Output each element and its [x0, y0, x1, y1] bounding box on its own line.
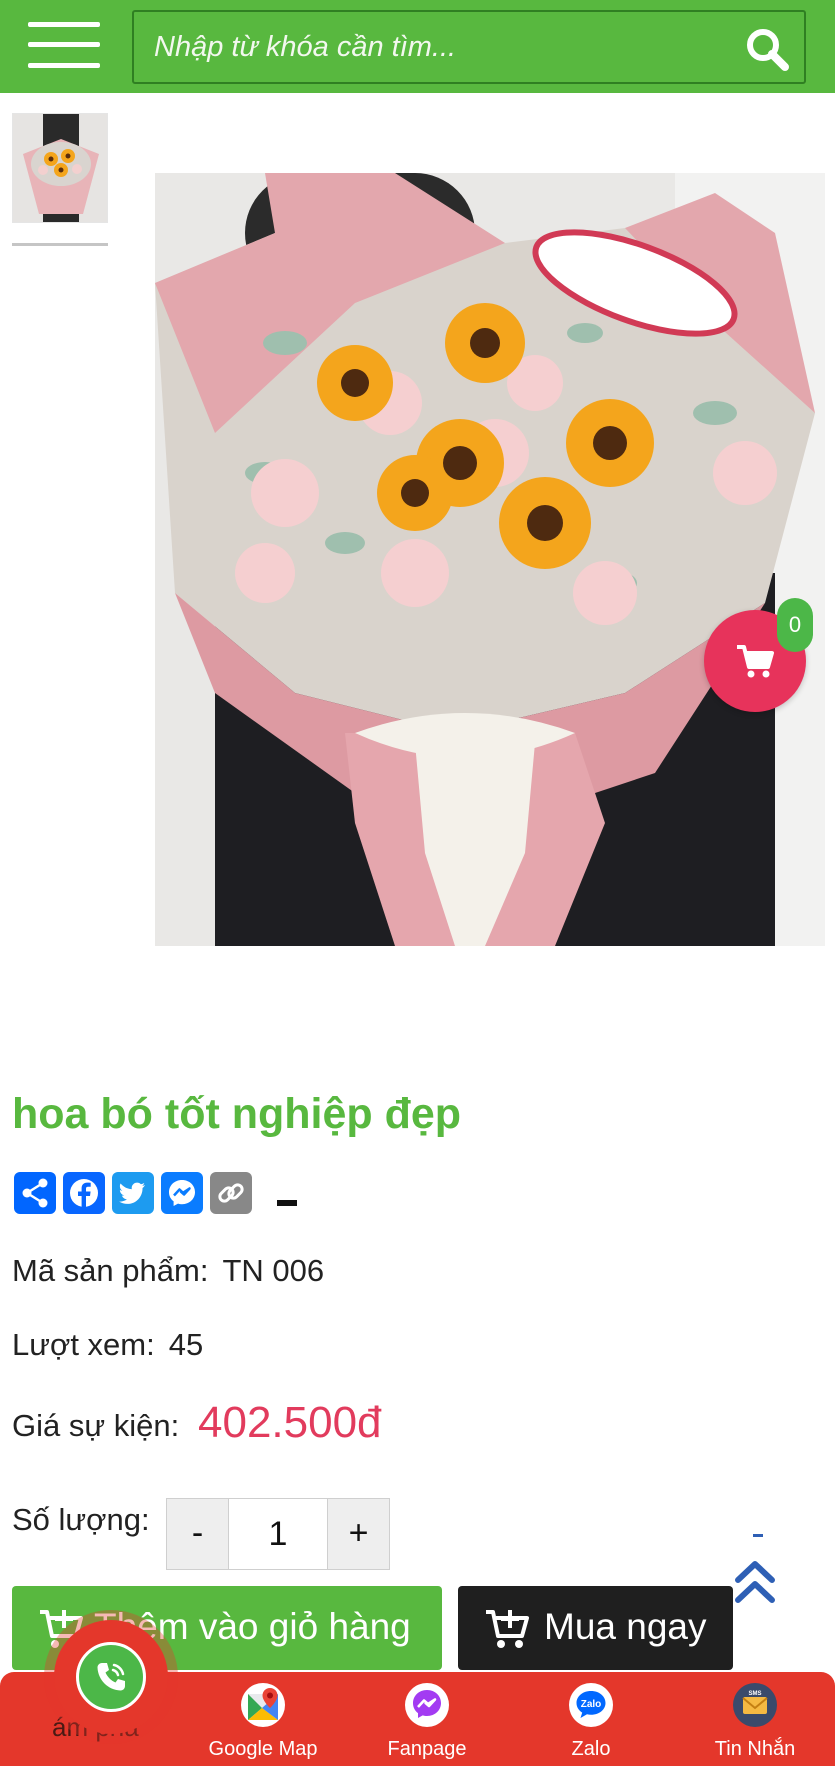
buy-now-button[interactable]: Mua ngay: [458, 1586, 733, 1670]
views-value: 45: [168, 1327, 204, 1362]
buy-cart-icon: [486, 1610, 529, 1648]
quantity-increase-button[interactable]: +: [327, 1499, 389, 1569]
search-input[interactable]: [154, 26, 714, 68]
facebook-icon[interactable]: [63, 1172, 105, 1214]
product-code-label: Mã sản phẩm:: [12, 1253, 209, 1288]
quantity-label: Số lượng:: [12, 1502, 150, 1537]
google-map-icon: [241, 1683, 285, 1727]
cart-count-badge: 0: [777, 598, 813, 652]
fanpage-label: Fanpage: [387, 1738, 467, 1760]
sms-badge-text: SMS: [748, 1691, 761, 1697]
zalo-badge-text: Zalo: [581, 1699, 602, 1710]
views-label: Lượt xem:: [12, 1327, 155, 1362]
hamburger-menu-icon[interactable]: [28, 20, 103, 70]
zalo-icon: Zalo: [569, 1683, 613, 1727]
quantity-decrease-button[interactable]: -: [167, 1499, 229, 1569]
product-thumbnail[interactable]: [12, 113, 108, 223]
sms-link[interactable]: SMS Tin Nhắn: [680, 1682, 830, 1766]
messenger-icon[interactable]: [161, 1172, 203, 1214]
thumbnail-indicator: [12, 243, 108, 246]
product-main-image: [155, 173, 825, 946]
product-code-value: TN 006: [222, 1253, 325, 1288]
call-button[interactable]: [44, 1610, 178, 1744]
phone-icon: [97, 1663, 125, 1691]
search-box: [132, 10, 806, 84]
twitter-icon[interactable]: [112, 1172, 154, 1214]
fanpage-messenger-icon: [405, 1683, 449, 1727]
sms-icon: SMS: [733, 1683, 777, 1727]
share-counter-dash: [277, 1200, 297, 1206]
copy-link-icon[interactable]: [210, 1172, 252, 1214]
product-code-row: Mã sản phẩm: TN 006: [12, 1253, 324, 1289]
quantity-stepper: - +: [166, 1498, 390, 1570]
search-icon[interactable]: [744, 26, 790, 72]
zalo-label: Zalo: [571, 1738, 611, 1760]
google-map-label: Google Map: [208, 1738, 318, 1760]
google-map-link[interactable]: Google Map: [188, 1682, 338, 1766]
fanpage-link[interactable]: Fanpage: [352, 1682, 502, 1766]
views-row: Lượt xem: 45: [12, 1327, 203, 1363]
buy-now-label: Mua ngay: [544, 1606, 707, 1647]
price-value: 402.500đ: [198, 1398, 382, 1447]
share-icon[interactable]: [14, 1172, 56, 1214]
quantity-input[interactable]: [229, 1499, 327, 1569]
price-label: Giá sự kiện:: [12, 1408, 180, 1443]
back-to-top-icon[interactable]: [732, 1560, 778, 1606]
cart-icon: [737, 645, 774, 678]
product-title: hoa bó tốt nghiệp đẹp: [12, 1090, 462, 1138]
sms-label: Tin Nhắn: [714, 1738, 796, 1760]
header-bar: [0, 0, 835, 93]
small-dash: [753, 1534, 763, 1537]
zalo-link[interactable]: Zalo Zalo: [516, 1682, 666, 1766]
